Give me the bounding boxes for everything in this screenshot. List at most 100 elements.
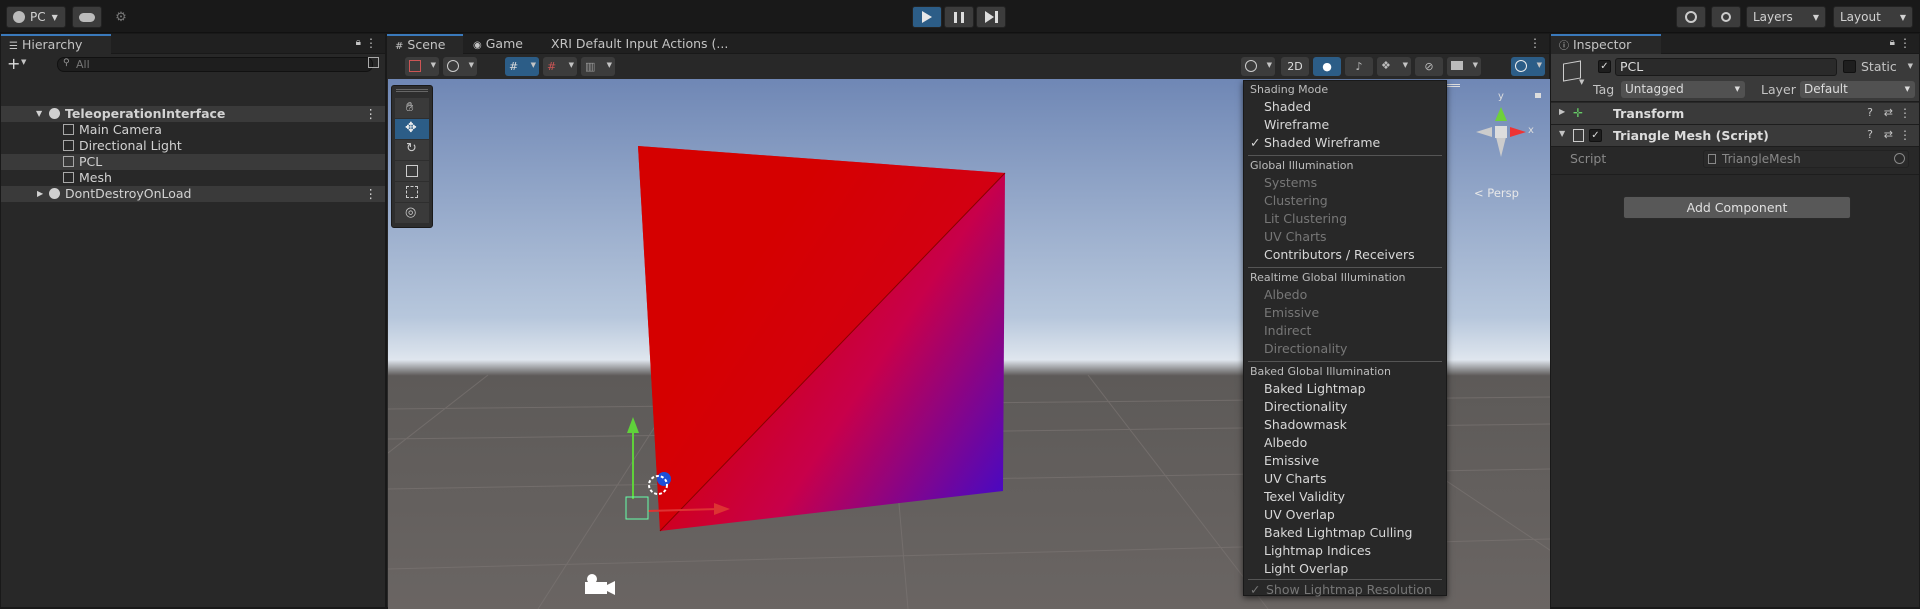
list-item[interactable]: Main Camera: [1, 122, 385, 138]
search-input[interactable]: ⚲ All: [57, 57, 373, 72]
list-item[interactable]: Mesh: [1, 170, 385, 186]
orientation-gizmo[interactable]: y x: [1456, 87, 1546, 177]
list-item[interactable]: ▶ DontDestroyOnLoad ⋮: [1, 186, 385, 202]
lighting-toggle[interactable]: ●: [1313, 57, 1341, 76]
hand-tool-button[interactable]: ✋︎: [395, 98, 429, 118]
filter-icon[interactable]: [368, 57, 379, 68]
active-checkbox[interactable]: ✓: [1598, 60, 1611, 73]
static-checkbox[interactable]: [1843, 60, 1856, 73]
settings-sliders-icon[interactable]: ⇄: [1884, 106, 1893, 119]
tab-xri[interactable]: XRI Default Input Actions (...: [543, 34, 743, 54]
add-icon[interactable]: +: [7, 54, 20, 73]
grid-snap-button[interactable]: # ▼: [543, 57, 577, 76]
rotate-tool-button[interactable]: ↻: [395, 140, 429, 160]
tab-game[interactable]: ◉ Game: [465, 34, 541, 54]
search-button[interactable]: [1711, 6, 1741, 28]
list-item[interactable]: ▼ TeleoperationInterface ⋮: [1, 106, 385, 122]
script-object-field[interactable]: TriangleMesh: [1703, 150, 1909, 168]
account-icon: [13, 11, 25, 23]
expand-arrow-icon[interactable]: ▼: [36, 106, 42, 122]
more-icon[interactable]: ⋮: [1899, 128, 1911, 142]
show-lightmap-resolution-toggle[interactable]: ✓ Show Lightmap Resolution: [1244, 581, 1446, 599]
tag-dropdown[interactable]: Untagged ▼: [1621, 81, 1745, 98]
expand-arrow-icon[interactable]: ▼: [1559, 129, 1565, 138]
layer-dropdown[interactable]: Default ▼: [1800, 81, 1915, 98]
menu-item[interactable]: UV Charts: [1244, 470, 1446, 488]
component-enabled-checkbox[interactable]: ✓: [1589, 129, 1602, 142]
cloud-button[interactable]: [72, 6, 102, 28]
tab-inspector[interactable]: ⓘ Inspector: [1551, 34, 1661, 54]
tab-scene[interactable]: # Scene: [387, 34, 463, 54]
transform-component-header[interactable]: ▶ ✛ Transform ? ⇄ ⋮: [1551, 103, 1919, 125]
settings-sliders-icon[interactable]: ⇄: [1884, 128, 1893, 141]
menu-item[interactable]: UV Overlap: [1244, 506, 1446, 524]
tab-hierarchy[interactable]: ☰ Hierarchy: [1, 34, 111, 54]
menu-item-label: Shaded Wireframe: [1264, 135, 1381, 150]
list-item[interactable]: PCL: [1, 154, 385, 170]
list-item[interactable]: Directional Light: [1, 138, 385, 154]
help-icon[interactable]: ?: [1867, 106, 1873, 119]
menu-item-wireframe[interactable]: Wireframe: [1244, 116, 1446, 134]
menu-item[interactable]: Baked Lightmap: [1244, 380, 1446, 398]
draw-mode-button[interactable]: ▼: [405, 57, 439, 76]
more-icon[interactable]: ⋮: [365, 186, 378, 202]
account-dropdown[interactable]: PC ▼: [6, 6, 66, 28]
expand-arrow-icon[interactable]: ▶: [1559, 107, 1565, 116]
help-icon[interactable]: ?: [1867, 128, 1873, 141]
collab-button[interactable]: ⚙: [110, 6, 132, 28]
object-name-field[interactable]: PCL: [1615, 58, 1837, 76]
visibility-toggle[interactable]: ⊘: [1415, 57, 1443, 76]
menu-item[interactable]: Texel Validity: [1244, 488, 1446, 506]
chevron-down-icon[interactable]: ▼: [21, 58, 26, 66]
menu-item[interactable]: Directionality: [1244, 398, 1446, 416]
script-component-header[interactable]: ▼ ✓ Triangle Mesh (Script) ? ⇄ ⋮: [1551, 125, 1919, 147]
more-icon[interactable]: ⋮: [1899, 106, 1911, 120]
globe-button[interactable]: ▼: [443, 57, 477, 76]
lock-icon[interactable]: 🔒︎: [1890, 37, 1895, 48]
scale-tool-button[interactable]: [395, 161, 429, 181]
menu-item-label: Systems: [1264, 175, 1318, 190]
shading-mode-button[interactable]: ▼: [1241, 57, 1275, 76]
menu-item-contributors[interactable]: Contributors / Receivers: [1244, 246, 1446, 264]
menu-item-shaded-wireframe[interactable]: ✓ Shaded Wireframe: [1244, 134, 1446, 152]
increment-snap-button[interactable]: ▥ ▼: [581, 57, 615, 76]
menu-item[interactable]: Light Overlap: [1244, 560, 1446, 578]
projection-toggle[interactable]: < Persp: [1474, 186, 1519, 200]
audio-toggle[interactable]: ♪: [1345, 57, 1373, 76]
play-button[interactable]: [912, 6, 942, 28]
more-icon[interactable]: ⋮: [365, 36, 377, 50]
pause-button[interactable]: [944, 6, 974, 28]
expand-arrow-icon[interactable]: ▶: [37, 186, 43, 202]
gizmos-button[interactable]: ▼: [1511, 57, 1545, 76]
menu-item-shaded[interactable]: Shaded: [1244, 98, 1446, 116]
camera-settings-button[interactable]: ▼: [1447, 57, 1481, 76]
add-component-button[interactable]: Add Component: [1623, 196, 1851, 219]
lock-icon[interactable]: 🔒︎: [356, 37, 361, 48]
more-icon[interactable]: ⋮: [365, 106, 378, 122]
chevron-down-icon[interactable]: ▼: [1908, 62, 1913, 70]
more-icon[interactable]: ⋮: [1529, 36, 1541, 50]
menu-item[interactable]: Emissive: [1244, 452, 1446, 470]
scene-view[interactable]: ✋︎ ✥ ↻ ◎ y x < Persp Shading Mode Shaded…: [388, 79, 1550, 609]
effects-button[interactable]: ❖ ▼: [1377, 57, 1411, 76]
menu-item[interactable]: Baked Lightmap Culling: [1244, 524, 1446, 542]
rect-tool-button[interactable]: [395, 182, 429, 202]
2d-toggle[interactable]: 2D: [1281, 57, 1309, 76]
drag-handle-icon[interactable]: [1446, 84, 1460, 87]
move-tool-button[interactable]: ✥: [395, 119, 429, 139]
menu-item[interactable]: Albedo: [1244, 434, 1446, 452]
layers-dropdown[interactable]: Layers ▼: [1746, 6, 1826, 28]
menu-item[interactable]: Shadowmask: [1244, 416, 1446, 434]
lock-icon[interactable]: [1535, 93, 1541, 98]
transform-tool-button[interactable]: ◎: [395, 203, 429, 223]
step-button[interactable]: [976, 6, 1006, 28]
drag-handle[interactable]: [396, 89, 428, 92]
menu-item[interactable]: Lightmap Indices: [1244, 542, 1446, 560]
snap-button[interactable]: # ▼: [505, 57, 539, 76]
object-header: ▼ ✓ PCL Static ▼ Tag Untagged ▼ Layer De…: [1551, 54, 1919, 102]
history-button[interactable]: [1676, 6, 1706, 28]
layout-dropdown[interactable]: Layout ▼: [1833, 6, 1913, 28]
more-icon[interactable]: ⋮: [1899, 36, 1911, 50]
chevron-down-icon[interactable]: ▼: [1579, 78, 1584, 86]
target-icon[interactable]: [1894, 153, 1905, 164]
